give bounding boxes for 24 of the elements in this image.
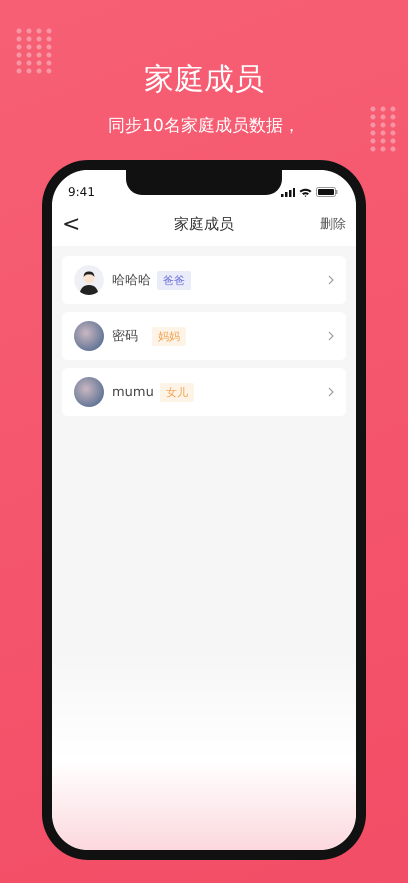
member-name: 密码 <box>112 328 139 345</box>
member-card[interactable]: 密码 妈妈 <box>62 312 346 360</box>
signal-icon <box>281 188 295 196</box>
chevron-right-icon <box>328 275 334 285</box>
wifi-icon <box>299 188 312 196</box>
avatar-silhouette-icon <box>74 265 104 295</box>
relation-tag: 女儿 <box>160 382 194 402</box>
avatar-photo-placeholder <box>74 377 104 407</box>
subtitle: 同步10名家庭成员数据， <box>108 115 300 138</box>
relation-tag: 妈妈 <box>152 326 186 346</box>
delete-button[interactable]: 删除 <box>316 215 346 233</box>
chevron-right-icon <box>328 331 334 341</box>
battery-icon <box>316 187 338 197</box>
avatar-photo-placeholder <box>74 321 104 351</box>
chevron-right-icon <box>328 387 334 397</box>
member-card[interactable]: mumu 女儿 <box>62 368 346 416</box>
page-title: 家庭成员 <box>174 214 234 234</box>
relation-tag: 爸爸 <box>157 270 191 290</box>
member-card[interactable]: 哈哈哈 爸爸 <box>62 256 346 304</box>
member-name: mumu <box>112 384 154 400</box>
headline: 家庭成员 <box>144 61 264 99</box>
back-button[interactable]: < <box>62 212 92 236</box>
member-name: 哈哈哈 <box>112 272 151 289</box>
status-time: 9:41 <box>68 185 95 199</box>
